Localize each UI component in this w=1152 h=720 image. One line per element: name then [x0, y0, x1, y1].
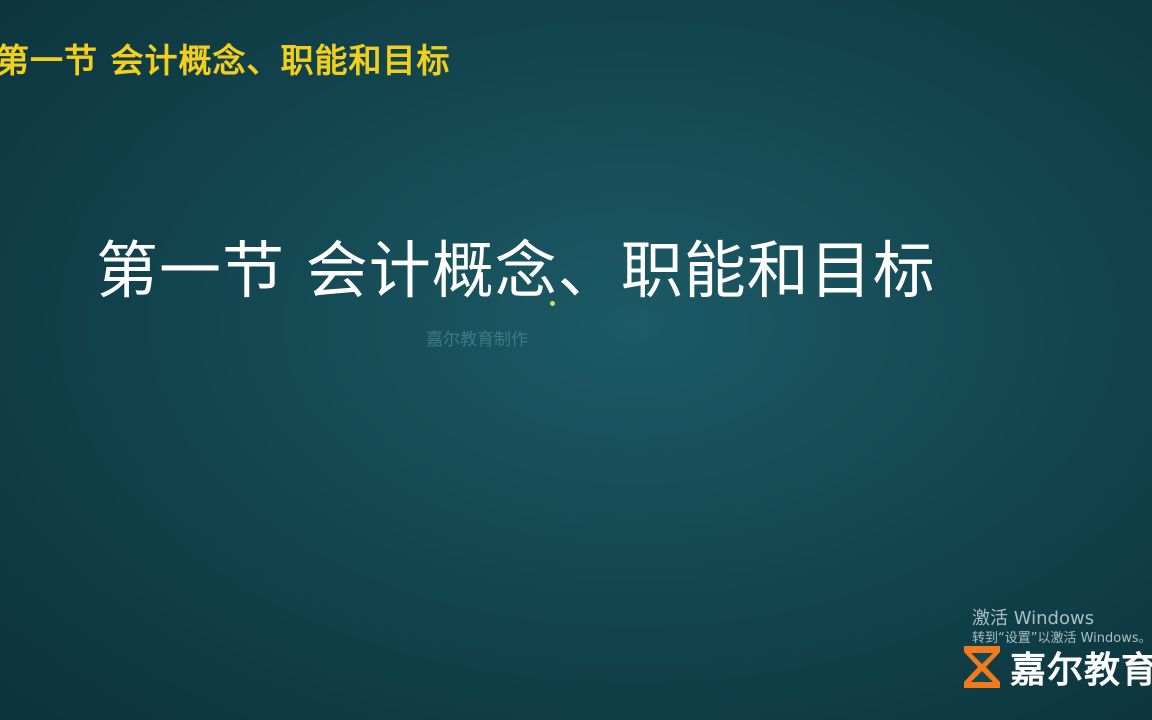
brand-logo: 嘉尔教育	[962, 644, 1152, 691]
logo-text: 嘉尔教育	[1010, 650, 1152, 691]
main-title: 第一节 会计概念、职能和目标	[96, 234, 936, 307]
header-title: 第一节 会计概念、职能和目标	[0, 41, 451, 80]
activation-title: 激活 Windows	[972, 608, 1095, 629]
hourglass-logo-icon	[964, 646, 1000, 688]
subtitle-watermark: 嘉尔教育制作	[426, 330, 528, 350]
slide-canvas: 第一节 会计概念、职能和目标 第一节 会计概念、职能和目标 嘉尔教育制作 激活 …	[0, 0, 1152, 720]
cursor-dot	[550, 301, 555, 306]
